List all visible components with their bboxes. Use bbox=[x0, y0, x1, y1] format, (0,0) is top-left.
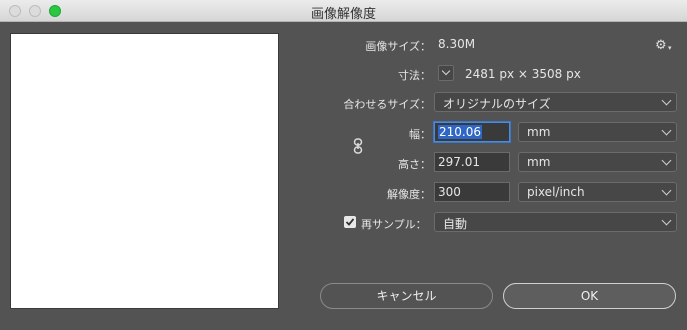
width-value: 210.06 bbox=[438, 125, 482, 139]
resample-value: 自動 bbox=[443, 217, 468, 231]
resample-checkbox[interactable] bbox=[344, 216, 356, 228]
resolution-input[interactable]: 300 bbox=[434, 182, 510, 202]
image-preview[interactable] bbox=[10, 33, 279, 309]
height-label: 高さ： bbox=[398, 158, 431, 171]
resolution-unit-value: pixel/inch bbox=[527, 185, 585, 199]
resolution-unit-select[interactable]: pixel/inch bbox=[518, 182, 677, 202]
fit-to-value: オリジナルのサイズ bbox=[443, 97, 551, 111]
height-input[interactable]: 297.01 bbox=[434, 152, 510, 172]
width-unit-select[interactable]: mm bbox=[518, 122, 677, 142]
chevron-down-icon bbox=[661, 155, 672, 166]
width-label: 幅： bbox=[409, 128, 431, 141]
title-bar: 画像解像度 bbox=[0, 0, 687, 22]
fit-to-label: 合わせるサイズ： bbox=[343, 98, 431, 111]
checkmark-icon bbox=[345, 218, 355, 226]
cancel-button[interactable]: キャンセル bbox=[320, 283, 493, 309]
height-unit-select[interactable]: mm bbox=[518, 152, 677, 172]
image-size-value: 8.30M bbox=[438, 37, 476, 51]
dimensions-value: 2481 px × 3508 px bbox=[465, 67, 581, 81]
gear-icon[interactable]: ⚙ bbox=[655, 38, 667, 53]
resolution-label: 解像度： bbox=[387, 188, 431, 201]
resample-select[interactable]: 自動 bbox=[434, 212, 677, 232]
chevron-down-icon bbox=[661, 95, 672, 106]
width-input[interactable]: 210.06 bbox=[434, 122, 510, 142]
dimensions-label: 寸法： bbox=[398, 69, 431, 82]
height-value: 297.01 bbox=[438, 155, 480, 169]
chevron-down-icon bbox=[661, 185, 672, 196]
image-size-label: 画像サイズ： bbox=[365, 40, 431, 53]
resample-label: 再サンプル： bbox=[361, 218, 427, 231]
window-title: 画像解像度 bbox=[310, 7, 376, 22]
height-unit-value: mm bbox=[527, 155, 551, 169]
chevron-down-icon bbox=[661, 125, 672, 136]
resolution-value: 300 bbox=[438, 185, 461, 199]
chain-link-icon[interactable] bbox=[353, 138, 363, 158]
chevron-down-icon bbox=[661, 215, 672, 226]
ok-button[interactable]: OK bbox=[503, 283, 676, 309]
fit-to-select[interactable]: オリジナルのサイズ bbox=[434, 92, 677, 112]
chevron-down-icon bbox=[441, 66, 451, 76]
dimensions-unit-toggle[interactable] bbox=[438, 65, 454, 81]
chevron-down-icon: ▾ bbox=[668, 44, 672, 52]
width-unit-value: mm bbox=[527, 125, 551, 139]
